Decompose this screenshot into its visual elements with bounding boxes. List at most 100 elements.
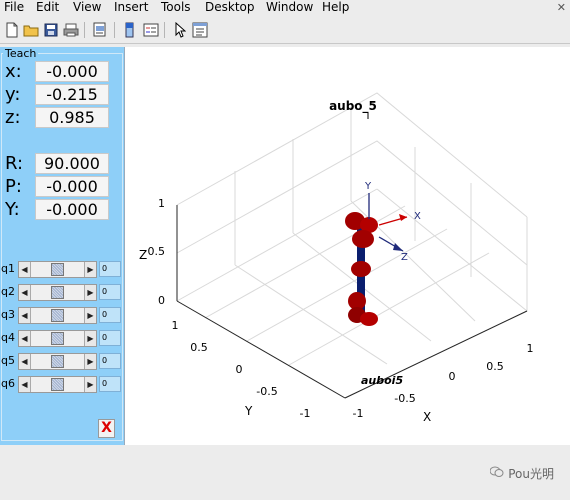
slider-right-arrow-icon[interactable]: ▶ [84,308,96,323]
y-tick: 1 [172,319,179,332]
frame-label-x: X [414,211,421,222]
y-tick: -0.5 [256,385,277,398]
joint-label-q2: q2 [1,285,15,298]
menu-file[interactable]: File [4,0,24,16]
slider-thumb[interactable] [51,332,64,345]
slider-right-arrow-icon[interactable]: ▶ [84,331,96,346]
pose-label-z: z: [5,107,21,128]
property-editor-icon[interactable] [191,21,208,38]
slider-left-arrow-icon[interactable]: ◀ [19,354,31,369]
joint-value-q6[interactable]: 0 [99,376,121,392]
slider-thumb[interactable] [51,263,64,276]
pose-label-x: x: [5,61,22,82]
window-close-icon[interactable]: ✕ [557,1,566,14]
x-tick: -0.5 [394,392,415,405]
y-tick: 0.5 [190,341,208,354]
watermark-text: Pou光明 [508,467,554,481]
menu-edit[interactable]: Edit [36,0,59,16]
joint-value-q3[interactable]: 0 [99,307,121,323]
joint-value-q2[interactable]: 0 [99,284,121,300]
print-preview-icon[interactable] [91,21,108,38]
x-tick: -1 [353,407,364,420]
pointer-icon[interactable] [171,21,188,38]
joint-slider-q1[interactable]: ◀ ▶ [18,261,97,278]
joint-slider-q3[interactable]: ◀ ▶ [18,307,97,324]
pose-value-y: -0.215 [35,84,109,105]
pose-label-yaw: Y: [5,199,20,220]
robot-arm [345,193,408,326]
slider-left-arrow-icon[interactable]: ◀ [19,262,31,277]
slider-thumb[interactable] [51,286,64,299]
y-tick: -1 [300,407,311,420]
x-tick: 1 [527,342,534,355]
joint-label-q1: q1 [1,262,15,275]
slider-thumb[interactable] [51,355,64,368]
robot-name-label: auboi5 [361,374,403,387]
slider-thumb[interactable] [51,309,64,322]
save-icon[interactable] [42,21,59,38]
teach-panel-title: Teach [3,47,39,60]
x-tick: 0.5 [486,360,504,373]
plot-title: aubo_5 [329,99,377,114]
y-tick: 0 [236,363,243,376]
slider-thumb[interactable] [51,378,64,391]
menu-window[interactable]: Window [266,0,313,16]
x-axis-label: X [423,410,431,424]
frame-label-y: Y [364,181,372,192]
joint-slider-q5[interactable]: ◀ ▶ [18,353,97,370]
open-folder-icon[interactable] [22,21,39,38]
joint-slider-q6[interactable]: ◀ ▶ [18,376,97,393]
menu-desktop[interactable]: Desktop [205,0,255,16]
menu-tools[interactable]: Tools [161,0,191,16]
slider-right-arrow-icon[interactable]: ▶ [84,354,96,369]
joint-value-q4[interactable]: 0 [99,330,121,346]
slider-right-arrow-icon[interactable]: ▶ [84,262,96,277]
pose-value-x: -0.000 [35,61,109,82]
joint-label-q5: q5 [1,354,15,367]
z-axis-label: Z [139,248,147,262]
robot-joint [352,230,374,248]
robot-3d-plot[interactable]: 1 0.5 0 Z 1 0.5 0 -0.5 -1 Y -1 -0.5 0 0.… [125,47,570,445]
slider-right-arrow-icon[interactable]: ▶ [84,377,96,392]
menu-insert[interactable]: Insert [114,0,148,16]
figure-toolbar [0,17,570,44]
pose-value-yaw: -0.000 [35,199,109,220]
insert-colorbar-icon[interactable] [121,21,138,38]
teach-panel: Teach x: -0.000 y: -0.215 z: 0.985 R: 90… [0,47,125,445]
print-icon[interactable] [62,21,79,38]
menu-view[interactable]: View [73,0,101,16]
plot-area[interactable]: 1 0.5 0 Z 1 0.5 0 -0.5 -1 Y -1 -0.5 0 0.… [125,47,570,445]
x-tick: 0 [449,370,456,383]
robot-joint [351,261,371,277]
watermark: Pou光明 [489,465,554,482]
joint-slider-q2[interactable]: ◀ ▶ [18,284,97,301]
pose-label-roll: R: [5,153,24,174]
menu-bar: File Edit View Insert Tools Desktop Wind… [0,0,570,16]
joint-label-q6: q6 [1,377,15,390]
insert-legend-icon[interactable] [142,21,159,38]
pose-label-pitch: P: [5,176,22,197]
joint-value-q5[interactable]: 0 [99,353,121,369]
robot-joint [360,312,378,326]
pose-value-roll: 90.000 [35,153,109,174]
status-area: Pou光明 [0,445,570,500]
pose-value-z: 0.985 [35,107,109,128]
slider-right-arrow-icon[interactable]: ▶ [84,285,96,300]
joint-label-q3: q3 [1,308,15,321]
plot-grid [176,92,528,399]
joint-slider-q4[interactable]: ◀ ▶ [18,330,97,347]
pose-value-pitch: -0.000 [35,176,109,197]
slider-left-arrow-icon[interactable]: ◀ [19,331,31,346]
slider-left-arrow-icon[interactable]: ◀ [19,377,31,392]
joint-value-q1[interactable]: 0 [99,261,121,277]
slider-left-arrow-icon[interactable]: ◀ [19,285,31,300]
y-axis-label: Y [244,404,253,418]
new-figure-icon[interactable] [3,21,20,38]
teach-close-button[interactable]: X [98,419,115,438]
z-tick: 0 [158,294,165,307]
menu-help[interactable]: Help [322,0,349,16]
slider-left-arrow-icon[interactable]: ◀ [19,308,31,323]
z-tick: 1 [158,197,165,210]
z-tick: 0.5 [148,245,166,258]
wechat-icon [489,466,504,481]
